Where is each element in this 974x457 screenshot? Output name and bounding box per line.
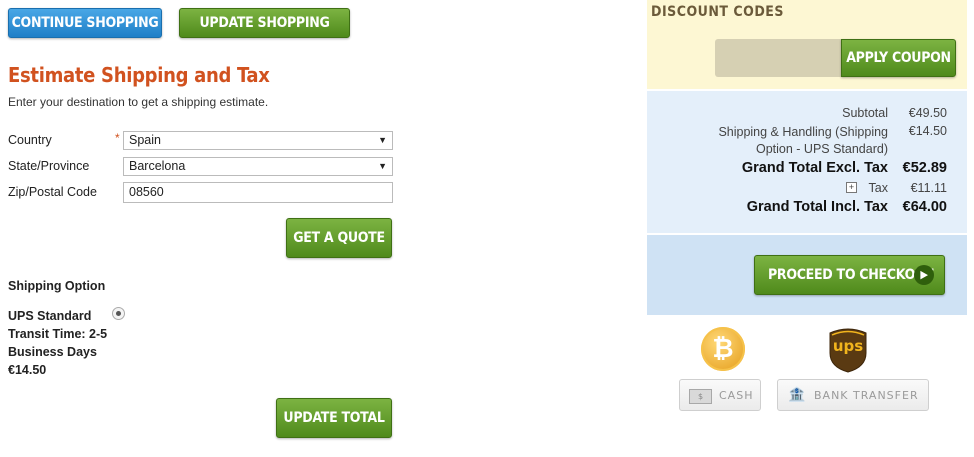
option-transit-days: Business Days [8,345,97,359]
shipping-option-label: Shipping Option [8,279,106,293]
arrow-right-icon: ▶ [914,265,934,285]
ups-logo-text: ups [832,337,864,355]
bitcoin-icon: ₿ [701,327,745,371]
cash-icon: $ [689,389,712,404]
proceed-label: PROCEED TO CHECKOUT [768,267,934,283]
bank-transfer-label: BANK TRANSFER [814,389,919,402]
shipping-label-line2: Option - UPS Standard) [755,142,888,156]
update-shopping-cart-button[interactable]: UPDATE SHOPPING CART [179,8,350,59]
shipping-option-radio[interactable] [112,307,125,320]
country-select[interactable]: Spain ▼ [123,131,393,150]
option-transit: Transit Time: 2-5 [8,327,108,341]
zip-input-value: 08560 [129,185,164,199]
coupon-input[interactable] [715,39,843,77]
continue-shopping-button[interactable]: CONTINUE SHOPPING [8,8,162,38]
zip-input[interactable]: 08560 [123,182,393,203]
subtotal-label: Subtotal [842,106,888,120]
country-label: Country [8,133,52,147]
proceed-to-checkout-button[interactable]: PROCEED TO CHECKOUT ▶ [754,255,945,295]
country-select-value: Spain [129,133,161,147]
update-total-button[interactable]: UPDATE TOTAL [276,398,392,438]
estimate-subtitle: Enter your destination to get a shipping… [8,95,269,109]
discount-title: DISCOUNT CODES [651,4,784,20]
chevron-down-icon: ▼ [378,161,387,171]
grand-total-incl-value: €64.00 [902,199,947,215]
totals-panel: Subtotal €49.50 Shipping & Handling (Shi… [647,91,967,233]
option-name: UPS Standard [8,309,92,323]
shipping-value: €14.50 [908,124,947,138]
cash-label: CASH [719,389,754,402]
shipping-option-details: UPS Standard Transit Time: 2-5 Business … [8,307,107,379]
bank-icon: 🏦 [788,387,806,403]
expand-tax-icon[interactable]: + [846,182,857,193]
get-quote-button[interactable]: GET A QUOTE [286,218,392,258]
grand-total-incl-label: Grand Total Incl. Tax [746,199,888,215]
chevron-down-icon: ▼ [378,135,387,145]
tax-value: €11.11 [910,181,947,195]
shipping-label-line1: Shipping & Handling (Shipping [718,125,888,139]
apply-coupon-button[interactable]: APPLY COUPON [841,39,956,77]
grand-total-excl-label: Grand Total Excl. Tax [741,160,888,176]
state-select[interactable]: Barcelona ▼ [123,157,393,176]
estimate-title: Estimate Shipping and Tax [8,63,270,87]
tax-label: Tax [868,181,888,195]
subtotal-value: €49.50 [908,106,947,120]
state-label: State/Province [8,159,90,173]
state-select-value: Barcelona [129,159,186,173]
bank-transfer-payment-button[interactable]: 🏦 BANK TRANSFER [777,379,929,411]
option-price: €14.50 [8,363,47,377]
shipping-label: Shipping & Handling (Shipping Option - U… [718,124,888,158]
required-mark: * [115,131,120,145]
discount-panel: DISCOUNT CODES APPLY COUPON [647,0,967,89]
checkout-panel: PROCEED TO CHECKOUT ▶ [647,235,967,315]
cash-payment-button[interactable]: $ CASH [679,379,761,411]
zip-label: Zip/Postal Code [8,185,97,199]
grand-total-excl-value: €52.89 [902,160,947,176]
